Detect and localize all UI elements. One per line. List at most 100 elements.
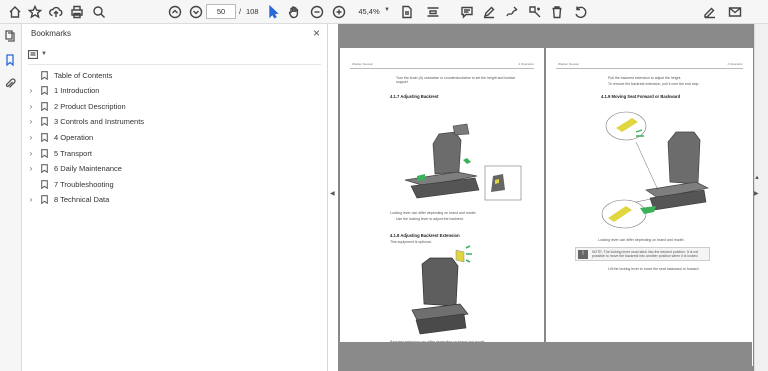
page-number-input[interactable]: 50 <box>206 4 236 19</box>
zoom-dropdown-icon[interactable]: ▼ <box>384 7 390 13</box>
attachments-icon[interactable] <box>4 78 18 92</box>
page-thumbnails-icon[interactable] <box>4 30 18 44</box>
navigation-rail <box>0 24 22 371</box>
page-down-icon[interactable] <box>187 3 205 21</box>
bookmarks-panel: Bookmarks × ▼ Table of Contents › 1 Introd… <box>22 24 328 371</box>
bookmark-icon <box>38 131 50 143</box>
bookmark-item[interactable]: › 4 Operation <box>26 130 93 144</box>
backrest-seat-illustration <box>404 123 522 201</box>
page-header-right: 4 Operation <box>518 62 534 66</box>
document-viewport[interactable]: Wacker Neuson 4 Operation Turn the knob … <box>338 24 768 371</box>
bookmark-label: 7 Troubleshooting <box>54 179 114 189</box>
chevron-down-icon: ▼ <box>41 51 47 57</box>
bookmark-item[interactable]: › 5 Transport <box>26 146 92 160</box>
page-up-icon[interactable] <box>166 3 184 21</box>
backrest-extension-illustration <box>411 245 472 335</box>
star-icon[interactable] <box>26 3 44 21</box>
chevron-right-icon[interactable]: › <box>26 164 36 173</box>
chevron-right-icon[interactable]: › <box>26 86 36 95</box>
list-options-icon <box>28 49 38 59</box>
bookmark-item[interactable]: › 6 Daily Maintenance <box>26 162 122 176</box>
undo-icon[interactable] <box>571 3 589 21</box>
upload-icon[interactable] <box>47 3 65 21</box>
bookmark-icon <box>38 163 50 175</box>
home-icon[interactable] <box>6 3 24 21</box>
chevron-right-icon[interactable]: › <box>26 195 36 204</box>
bookmark-label: 1 Introduction <box>54 86 100 96</box>
fit-page-icon[interactable] <box>398 3 416 21</box>
section-heading: 4.1.7 Adjusting Backrest <box>390 94 439 99</box>
bookmark-item[interactable]: › 3 Controls and Instruments <box>26 115 144 129</box>
bookmark-label: 4 Operation <box>54 132 94 142</box>
page-text: Use the locking lever to adjust the back… <box>396 217 464 221</box>
zoom-in-icon[interactable] <box>330 3 348 21</box>
collapse-panel-icon[interactable]: ◀ <box>330 190 335 197</box>
bookmark-label: 8 Technical Data <box>54 195 110 205</box>
scroll-mode-icon[interactable] <box>424 3 442 21</box>
figure-caption: Locking lever can differ depending on br… <box>390 211 477 215</box>
hand-icon[interactable] <box>285 3 303 21</box>
bookmark-icon <box>38 116 50 128</box>
bookmark-icon <box>38 85 50 97</box>
note-box: ! NOTE: The locking lever must latch int… <box>575 247 710 261</box>
sign-icon[interactable] <box>701 3 719 21</box>
bookmark-label: 6 Daily Maintenance <box>54 164 122 174</box>
bookmarks-title: Bookmarks <box>31 29 72 38</box>
scroll-up-icon[interactable]: ▲ <box>754 175 760 181</box>
zoom-out-icon[interactable] <box>308 3 326 21</box>
page-header-left: Wacker Neuson <box>558 62 580 66</box>
chevron-right-icon[interactable]: › <box>26 102 36 111</box>
main-toolbar: 50 / 108 45,4% ▼ <box>0 0 768 24</box>
page-gap <box>338 24 752 48</box>
chevron-right-icon[interactable]: › <box>26 117 36 126</box>
page-gap <box>338 342 752 371</box>
bookmark-label: 3 Controls and Instruments <box>54 117 145 127</box>
stamp-icon[interactable] <box>526 3 544 21</box>
page-51: Wacker Neuson 4 Operation Pull the backr… <box>546 48 753 366</box>
bookmark-label: Table of Contents <box>54 70 113 80</box>
page-text: Lift the locking lever to move the seat … <box>608 267 700 271</box>
bookmark-icon <box>38 69 50 81</box>
header-rule <box>350 68 534 69</box>
page-text: Pull the backrest extension to adjust th… <box>608 76 682 80</box>
header-rule <box>556 68 743 69</box>
bookmark-label: 5 Transport <box>54 148 92 158</box>
chevron-right-icon[interactable]: › <box>26 133 36 142</box>
expand-right-panel-icon[interactable]: ▶ <box>754 190 759 197</box>
bookmark-item[interactable]: › 2 Product Description <box>26 99 126 113</box>
bookmarks-icon[interactable] <box>4 54 18 68</box>
bookmark-options-button[interactable]: ▼ <box>28 48 50 60</box>
comment-icon[interactable] <box>458 3 476 21</box>
info-icon: ! <box>578 250 588 259</box>
highlight-icon[interactable] <box>480 3 498 21</box>
print-icon[interactable] <box>68 3 86 21</box>
chevron-right-icon[interactable]: › <box>26 149 36 158</box>
page-total: 108 <box>246 7 259 16</box>
mail-icon[interactable] <box>726 3 744 21</box>
bookmark-icon <box>38 194 50 206</box>
page-text: To remove the backrest extension, pull i… <box>608 82 700 86</box>
zoom-level-field[interactable]: 45,4% <box>354 4 384 19</box>
seat-forward-backward-illustration <box>601 111 710 229</box>
close-icon[interactable]: × <box>313 26 320 40</box>
bookmark-label: 2 Product Description <box>54 101 126 111</box>
bookmark-item[interactable]: 7 Troubleshooting <box>26 177 114 191</box>
section-heading: 4.1.9 Moving Seat Forward or Backward <box>601 94 681 99</box>
delete-icon[interactable] <box>548 3 566 21</box>
page-header-left: Wacker Neuson <box>352 62 374 66</box>
select-cursor-icon[interactable] <box>264 3 282 21</box>
bookmark-icon <box>38 147 50 159</box>
section-heading: 4.1.8 Adjusting Backrest Extension <box>390 233 460 238</box>
page-text: Turn the knob (A) clockwise or countercl… <box>396 76 516 85</box>
note-text: NOTE: The locking lever must latch into … <box>592 250 699 259</box>
draw-icon[interactable] <box>503 3 521 21</box>
zoom-search-icon[interactable] <box>90 3 108 21</box>
page-50: Wacker Neuson 4 Operation Turn the knob … <box>340 48 544 366</box>
bookmark-icon <box>38 178 50 190</box>
bookmark-icon <box>38 100 50 112</box>
vertical-scrollbar[interactable] <box>754 24 768 371</box>
bookmark-item[interactable]: › 1 Introduction <box>26 84 99 98</box>
bookmark-item[interactable]: Table of Contents <box>26 68 112 82</box>
bookmark-item[interactable]: › 8 Technical Data <box>26 193 109 207</box>
figure-caption: Locking lever can differ depending on br… <box>598 238 685 242</box>
